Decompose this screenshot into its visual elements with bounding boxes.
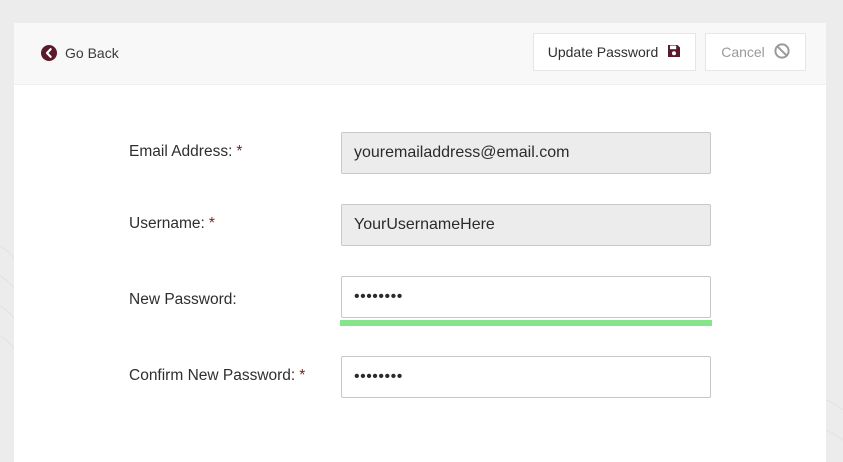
cancel-button[interactable]: Cancel [705,33,806,71]
email-field[interactable] [341,132,711,174]
confirm-password-field[interactable] [341,356,711,398]
password-strength-fill [340,320,712,326]
confirm-password-label: Confirm New Password: * [129,367,306,384]
go-back-label: Go Back [65,45,119,61]
username-field[interactable] [341,204,711,246]
username-row: Username: * [129,204,711,246]
required-marker: * [208,215,215,232]
update-password-label: Update Password [547,44,659,60]
required-marker: * [299,367,306,384]
new-password-row: New Password: [129,276,712,326]
go-back-link[interactable]: Go Back [41,42,119,64]
update-password-button[interactable]: Update Password [533,33,696,71]
username-label: Username: * [129,215,215,232]
email-label: Email Address: * [129,143,243,160]
new-password-field[interactable] [341,276,711,318]
confirm-password-row: Confirm New Password: * [129,356,711,398]
floppy-disk-icon [667,44,681,61]
required-marker: * [236,143,243,160]
chevron-left-circle-icon [41,45,57,61]
new-password-label: New Password: [129,291,237,308]
update-password-panel: Go Back Update Password Cancel Email Add… [14,23,826,462]
toolbar: Go Back Update Password Cancel [14,23,826,85]
cancel-label: Cancel [721,44,765,60]
ban-icon [774,42,790,62]
email-row: Email Address: * [129,132,711,174]
password-strength-meter [340,320,712,326]
